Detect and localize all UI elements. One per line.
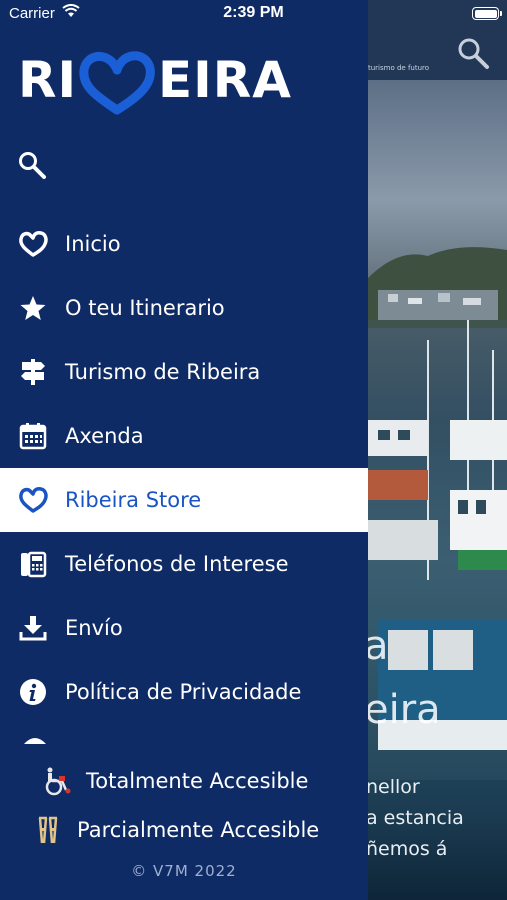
info-icon [18,677,48,707]
logo-text-left: RI [18,51,78,109]
menu-item-telefonos[interactable]: Teléfonos de Interese [0,532,368,596]
menu-item-privacidade[interactable]: Política de Privacidade [0,660,368,724]
menu-item-axenda[interactable]: Axenda [0,404,368,468]
fully-accessible-item[interactable]: Totalmente Accesible [42,766,308,796]
menu-item-turismo[interactable]: Turismo de Ribeira [0,340,368,404]
menu-item-label: Turismo de Ribeira [65,360,261,384]
menu-item-inicio[interactable]: Inicio [0,212,368,276]
menu-item-label: Ribeira Store [65,488,202,512]
partially-accessible-label: Parcialmente Accesible [77,818,320,842]
logo-heart-icon [79,51,155,115]
star-icon [18,293,48,323]
menu-item-envio[interactable]: Envío [0,596,368,660]
ribeira-logo[interactable]: RI EIRA [18,51,292,115]
crutches-icon [33,815,63,845]
heart-icon [18,485,48,515]
signpost-icon [18,357,48,387]
copyright-text: © V7M 2022 [131,862,237,880]
download-icon [18,613,48,643]
navigation-drawer: RI EIRA Inicio O teu Itinerario Turismo … [0,0,368,900]
background-paragraph-line: ñemos á [366,838,448,860]
background-search-icon[interactable] [456,36,490,70]
menu-item-ribeira-store[interactable]: Ribeira Store [0,468,368,532]
calendar-icon [18,421,48,451]
partially-accessible-item[interactable]: Parcialmente Accesible [33,815,319,845]
status-bar: Carrier 2:39 PM [0,0,507,28]
menu-item-label: O teu Itinerario [65,296,225,320]
menu-item-label: Política de Privacidade [65,680,302,704]
fully-accessible-label: Totalmente Accesible [86,769,309,793]
menu-item-label: Axenda [65,424,144,448]
menu-item-itinerario[interactable]: O teu Itinerario [0,276,368,340]
menu-item-label: Teléfonos de Interese [65,552,289,576]
heart-icon [18,229,48,259]
menu-item-label: Inicio [65,232,121,256]
search-icon[interactable] [17,150,47,180]
battery-icon [472,7,502,20]
background-tagline: turismo de futuro [368,64,430,72]
phone-icon [18,549,48,579]
wheelchair-icon [42,766,72,796]
menu-item-label: Envío [65,616,123,640]
background-hills-image [368,247,507,328]
background-hero-line-2: eira [364,687,441,733]
background-paragraph-line: nellor [366,776,420,798]
logo-text-right: EIRA [158,51,292,109]
partial-menu-icon [24,738,46,744]
status-time: 2:39 PM [223,4,284,21]
background-paragraph-line: a estancia [366,807,464,829]
